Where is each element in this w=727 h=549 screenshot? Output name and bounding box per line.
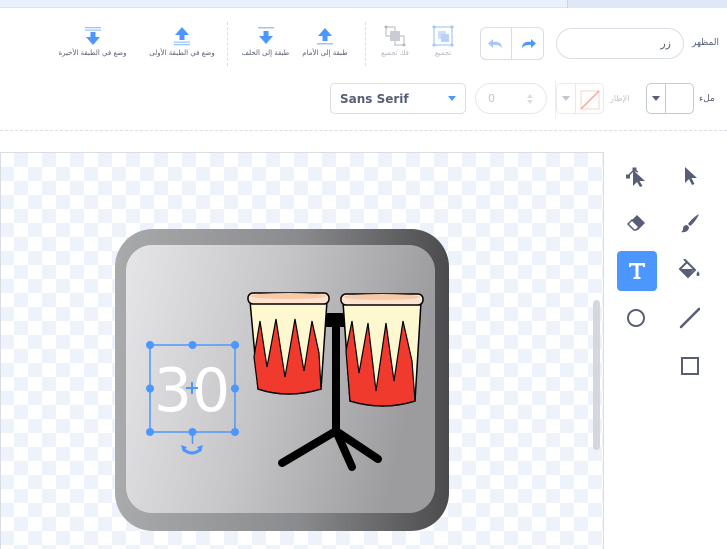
- reshape-icon: [626, 167, 645, 187]
- select-icon: [685, 167, 697, 185]
- paint-editor: المظهر تجميع فك تجميع: [0, 0, 727, 549]
- chevron-down-icon: [562, 96, 570, 101]
- costume-artwork: 30: [115, 229, 449, 531]
- group-button[interactable]: تجميع: [428, 25, 458, 57]
- no-color-icon: [580, 90, 600, 110]
- to-front-button[interactable]: وضع في الطبقة الأولى: [147, 25, 217, 57]
- drawing-canvas[interactable]: 30: [0, 152, 604, 549]
- backward-button[interactable]: طبقة إلى الخلف: [238, 25, 293, 57]
- style-divider: [555, 80, 556, 118]
- to-back-label: وضع في الطبقة الأخيرة: [58, 49, 127, 57]
- to-back-button[interactable]: وضع في الطبقة الأخيرة: [55, 25, 130, 57]
- circle-icon: [627, 309, 645, 327]
- fill-dropdown-button[interactable]: [646, 83, 665, 114]
- text-icon: [629, 263, 645, 279]
- eraser-icon: [626, 215, 645, 231]
- outline-color-picker[interactable]: [556, 83, 604, 114]
- canvas-left-border: [0, 152, 1, 549]
- to-back-icon: [84, 27, 101, 45]
- fill-color-picker[interactable]: [646, 83, 694, 114]
- undo-redo-group: [480, 27, 544, 60]
- line-icon: [679, 307, 701, 329]
- eraser-tool[interactable]: [616, 203, 656, 243]
- forward-label: طبقة إلى الأمام: [302, 49, 348, 57]
- toolbar-bottom-divider: [0, 130, 727, 131]
- ungroup-icon: [384, 25, 406, 47]
- undo-button[interactable]: [480, 27, 512, 60]
- brush-icon: [681, 214, 699, 233]
- forward-button[interactable]: طبقة إلى الأمام: [300, 25, 350, 57]
- active-tab-edge[interactable]: [567, 0, 727, 8]
- rectangle-tool[interactable]: [670, 346, 710, 386]
- select-tool[interactable]: [670, 156, 710, 196]
- fill-label: ملء: [699, 94, 715, 104]
- forward-icon: [317, 28, 333, 45]
- costume-name-input[interactable]: [556, 28, 684, 59]
- tab-strip: [0, 0, 727, 8]
- costume-name-label: المظهر: [692, 38, 719, 48]
- redo-button[interactable]: [512, 27, 544, 60]
- brush-tool[interactable]: [670, 203, 710, 243]
- fill-tool[interactable]: [670, 250, 710, 290]
- font-dropdown[interactable]: Sans Serif: [330, 83, 466, 114]
- chevron-down-icon: [652, 96, 660, 101]
- backward-label: طبقة إلى الخلف: [241, 49, 290, 57]
- toolbar-divider: [227, 22, 228, 66]
- outline-label: الإطار: [610, 94, 630, 103]
- line-tool[interactable]: [670, 298, 710, 338]
- ungroup-button[interactable]: فك تجميع: [377, 25, 413, 57]
- backward-icon: [257, 27, 274, 44]
- undo-icon: [488, 38, 502, 48]
- outline-dropdown-button[interactable]: [556, 83, 575, 114]
- chevron-down-icon: [448, 96, 456, 101]
- reshape-tool[interactable]: [616, 156, 656, 196]
- to-front-icon: [174, 27, 190, 46]
- font-dropdown-value: Sans Serif: [340, 91, 409, 106]
- rectangle-icon: [681, 357, 699, 375]
- outline-swatch[interactable]: [575, 83, 604, 114]
- ungroup-label: فك تجميع: [381, 49, 409, 57]
- stroke-width-value: 0: [488, 92, 495, 105]
- toolbar-divider: [365, 22, 366, 66]
- canvas-vertical-scrollbar[interactable]: [593, 300, 600, 450]
- circle-tool[interactable]: [616, 298, 656, 338]
- group-icon: [432, 25, 454, 47]
- fill-icon: [678, 259, 700, 279]
- to-front-label: وضع في الطبقة الأولى: [149, 49, 215, 57]
- stroke-width-input[interactable]: 0: [475, 83, 547, 114]
- text-tool[interactable]: [617, 251, 657, 291]
- fill-swatch[interactable]: [665, 83, 694, 114]
- stepper-icon: [527, 93, 533, 104]
- redo-icon: [521, 38, 536, 48]
- group-label: تجميع: [434, 49, 452, 57]
